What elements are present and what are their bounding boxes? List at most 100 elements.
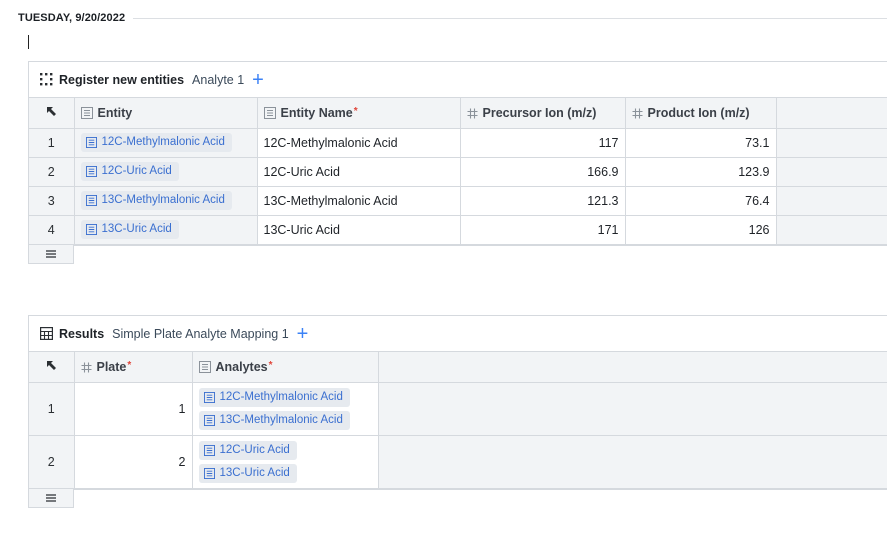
entity-icon	[80, 106, 93, 119]
row-filler	[776, 157, 887, 187]
date-header: TUESDAY, 9/20/2022	[18, 10, 887, 26]
results-header: Results Simple Plate Analyte Mapping 1 +	[29, 316, 887, 352]
entity-name-cell[interactable]: 13C-Uric Acid	[257, 215, 461, 245]
row-filler	[776, 186, 887, 216]
entity-cell[interactable]: 12C-Methylmalonic Acid	[74, 128, 258, 158]
entity-name-cell[interactable]: 12C-Uric Acid	[257, 157, 461, 187]
entity-name-cell[interactable]: 12C-Methylmalonic Acid	[257, 128, 461, 158]
analytes-cell[interactable]: 12C-Uric Acid 13C-Uric Acid	[192, 435, 379, 489]
hamburger-icon	[46, 494, 56, 502]
register-entities-table: Entity Entity Name* Precursor Ion (m/z) …	[29, 98, 887, 245]
results-block: Results Simple Plate Analyte Mapping 1 +…	[28, 315, 887, 490]
column-label: Entity Name	[280, 105, 353, 120]
entity-chip-label: 12C-Uric Acid	[101, 165, 172, 177]
entity-chip[interactable]: 12C-Methylmalonic Acid	[198, 387, 350, 407]
column-filler	[378, 352, 887, 383]
precursor-ion-cell[interactable]: 121.3	[460, 186, 626, 216]
required-mark: *	[268, 359, 273, 371]
register-entities-block: Register new entities Analyte 1 + Entity…	[28, 61, 887, 246]
product-ion-cell[interactable]: 73.1	[625, 128, 777, 158]
product-ion-cell[interactable]: 76.4	[625, 186, 777, 216]
entity-chip[interactable]: 13C-Uric Acid	[198, 463, 297, 483]
row-filler	[776, 215, 887, 245]
entity-cell[interactable]: 12C-Uric Acid	[74, 157, 258, 187]
entity-chip-label: 13C-Uric Acid	[219, 466, 290, 479]
table-header-row: Plate* Analytes*	[29, 352, 887, 383]
column-header-entity-name[interactable]: Entity Name*	[257, 98, 461, 129]
product-ion-cell[interactable]: 123.9	[625, 157, 777, 187]
entity-icon	[203, 444, 215, 456]
table-row[interactable]: 4 13C-Uric Acid 13C-Uric Acid 171 126	[29, 215, 887, 245]
row-menu-button[interactable]	[28, 245, 74, 264]
column-label: Plate	[96, 359, 127, 374]
hash-icon	[632, 108, 642, 119]
entity-name-cell[interactable]: 13C-Methylmalonic Acid	[257, 186, 461, 216]
analytes-cell[interactable]: 12C-Methylmalonic Acid 13C-Methylmalonic…	[192, 382, 379, 436]
select-all-corner[interactable]	[29, 352, 75, 383]
entity-cell[interactable]: 13C-Uric Acid	[74, 215, 258, 245]
column-header-analytes[interactable]: Analytes*	[192, 352, 379, 383]
table-row[interactable]: 3 13C-Methylmalonic Acid 13C-Methylmalon…	[29, 186, 887, 216]
required-mark: *	[353, 105, 358, 117]
add-tab-button[interactable]: +	[252, 70, 264, 90]
entity-chip-label: 12C-Uric Acid	[219, 443, 290, 456]
entity-chip[interactable]: 12C-Uric Acid	[80, 162, 179, 181]
entity-chip-label: 12C-Methylmalonic Acid	[101, 136, 225, 148]
entity-icon	[203, 391, 215, 403]
entity-chip[interactable]: 13C-Methylmalonic Acid	[80, 191, 232, 210]
entity-icon	[85, 195, 97, 206]
results-title: Results	[59, 326, 105, 341]
select-all-corner[interactable]	[29, 98, 75, 129]
row-menu-button[interactable]	[28, 489, 74, 508]
row-number[interactable]: 4	[29, 215, 75, 245]
text-field-icon	[263, 106, 276, 119]
column-header-entity[interactable]: Entity	[74, 98, 258, 129]
table-icon	[39, 327, 53, 341]
text-cursor	[28, 35, 29, 49]
entity-icon	[85, 166, 97, 177]
table-row[interactable]: 2 12C-Uric Acid 12C-Uric Acid 166.9 123.…	[29, 157, 887, 187]
entity-icon	[85, 224, 97, 235]
register-entities-title: Register new entities	[59, 72, 185, 87]
column-header-plate[interactable]: Plate*	[74, 352, 193, 383]
precursor-ion-cell[interactable]: 117	[460, 128, 626, 158]
hash-icon	[81, 362, 91, 373]
arrow-up-left-icon	[46, 360, 56, 370]
row-number[interactable]: 1	[29, 128, 75, 158]
entity-chip[interactable]: 12C-Methylmalonic Acid	[80, 133, 232, 152]
hash-icon	[467, 108, 477, 119]
entity-chip[interactable]: 12C-Uric Acid	[198, 440, 297, 460]
row-filler	[378, 382, 887, 436]
entity-cell[interactable]: 13C-Methylmalonic Acid	[74, 186, 258, 216]
column-label: Entity	[97, 105, 133, 120]
entity-chip-label: 12C-Methylmalonic Acid	[219, 390, 343, 403]
precursor-ion-cell[interactable]: 166.9	[460, 157, 626, 187]
row-number[interactable]: 3	[29, 186, 75, 216]
tab-analyte-1[interactable]: Analyte 1	[192, 73, 244, 87]
entity-icon	[203, 414, 215, 426]
row-number[interactable]: 1	[29, 382, 75, 436]
column-header-product-ion[interactable]: Product Ion (m/z)	[625, 98, 777, 129]
column-label: Product Ion (m/z)	[647, 105, 750, 120]
column-header-precursor-ion[interactable]: Precursor Ion (m/z)	[460, 98, 626, 129]
arrow-up-left-icon	[46, 106, 56, 116]
tab-simple-plate-analyte-mapping-1[interactable]: Simple Plate Analyte Mapping 1	[112, 327, 289, 341]
entity-chip[interactable]: 13C-Uric Acid	[80, 220, 179, 239]
entity-chip-label: 13C-Methylmalonic Acid	[219, 413, 343, 426]
table-header-row: Entity Entity Name* Precursor Ion (m/z) …	[29, 98, 887, 129]
plate-cell[interactable]: 2	[74, 435, 193, 489]
hamburger-icon	[46, 250, 56, 258]
entity-chip[interactable]: 13C-Methylmalonic Acid	[198, 410, 350, 430]
row-filler	[378, 435, 887, 489]
table-row[interactable]: 2 2 12C-Uric Acid 13C-Uric Acid	[29, 435, 887, 489]
row-filler	[776, 128, 887, 158]
plate-cell[interactable]: 1	[74, 382, 193, 436]
product-ion-cell[interactable]: 126	[625, 215, 777, 245]
entity-chip-label: 13C-Uric Acid	[101, 223, 172, 235]
table-row[interactable]: 1 1 12C-Methylmalonic Acid 13C-Methylmal…	[29, 382, 887, 436]
add-tab-button[interactable]: +	[297, 324, 309, 344]
row-number[interactable]: 2	[29, 435, 75, 489]
precursor-ion-cell[interactable]: 171	[460, 215, 626, 245]
row-number[interactable]: 2	[29, 157, 75, 187]
table-row[interactable]: 1 12C-Methylmalonic Acid 12C-Methylmalon…	[29, 128, 887, 158]
